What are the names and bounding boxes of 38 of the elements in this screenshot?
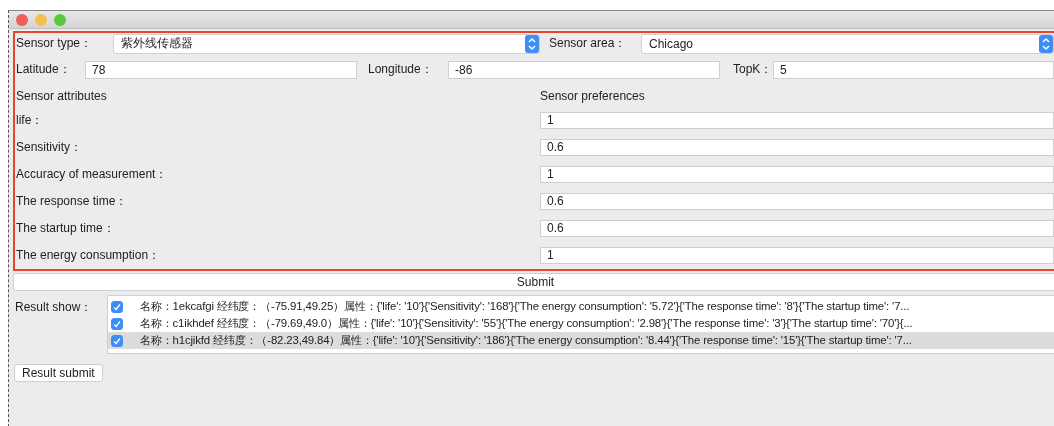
preference-field[interactable]: 0.6	[540, 192, 1054, 210]
attribute-label: The response time：	[16, 192, 129, 210]
field-label: Longitude：	[368, 61, 434, 79]
result-row[interactable]: 名称：1ekcafgi 经纬度：（-75.91,49.25）属性：{'life': '10'}{'Sensitivity': '168'}{'The energy consumption': '5.72'}{'The response time': '8'}{'The startup time': '7...	[108, 298, 1054, 315]
section-heading: Sensor preferences	[540, 88, 645, 103]
result-row[interactable]: 名称：h1cjikfd 经纬度：（-82.23,49.84）属性：{'life': '10'}{'Sensitivity': '186'}{'The energy consumption': '8.44'}{'The response time': '15'}{'The startup time': '7...	[108, 332, 1054, 349]
checkbox[interactable]	[111, 317, 123, 330]
field-label: Sensor type：	[16, 35, 94, 53]
close-button[interactable]	[16, 13, 28, 26]
dropdown-arrows-icon	[1039, 34, 1053, 53]
submit-button[interactable]: Submit	[13, 273, 1054, 291]
section-heading: Sensor attributes	[16, 88, 108, 103]
dropdown[interactable]: 紫外线传感器	[113, 33, 540, 54]
result-label: Result show：	[14, 299, 94, 316]
preference-field[interactable]: 0.6	[540, 138, 1054, 156]
attribute-label: The startup time：	[16, 219, 116, 237]
dropdown-arrows-icon	[525, 34, 539, 53]
attribute-label: The energy consumption：	[16, 246, 162, 264]
input-field[interactable]: 5	[773, 60, 1054, 79]
field-label: TopK：	[733, 61, 773, 79]
attribute-label: Sensitivity：	[16, 138, 84, 156]
zoom-button[interactable]	[54, 13, 66, 26]
input-field[interactable]: 78	[85, 60, 357, 79]
preference-field[interactable]: 1	[540, 246, 1054, 264]
field-label: Latitude：	[16, 61, 72, 79]
checkbox[interactable]	[111, 300, 123, 313]
dropdown[interactable]: Chicago	[641, 33, 1054, 54]
preference-field[interactable]: 1	[540, 111, 1054, 129]
attribute-label: life：	[16, 111, 45, 129]
preference-field[interactable]: 1	[540, 165, 1054, 183]
attribute-label: Accuracy of measurement：	[16, 165, 169, 183]
input-field[interactable]: -86	[448, 60, 720, 79]
preference-field[interactable]: 0.6	[540, 219, 1054, 237]
result-submit-button[interactable]: Result submit	[14, 364, 103, 382]
result-list[interactable]	[107, 295, 1054, 354]
checkbox[interactable]	[111, 334, 123, 347]
field-label: Sensor area：	[549, 35, 628, 53]
result-row[interactable]: 名称：c1ikhdef 经纬度：（-79.69,49.0）属性：{'life': '10'}{'Sensitivity': '55'}{'The energy consumption': '2.98'}{'The response time': '3'}{'The startup time': '70'}{...	[108, 315, 1054, 332]
